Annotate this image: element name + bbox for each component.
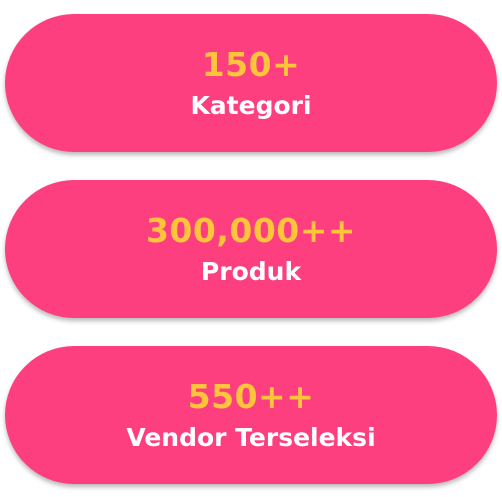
stat-value: 550++ [187, 377, 315, 416]
stat-label: Kategori [190, 91, 312, 120]
stat-value: 300,000++ [145, 211, 357, 250]
stats-section: 150+ Kategori 300,000++ Produk 550++ Ven… [0, 0, 502, 497]
stat-value: 150+ [201, 45, 301, 84]
stat-label: Produk [200, 257, 302, 286]
stat-card-products: 300,000++ Produk [5, 180, 497, 318]
stat-card-categories: 150+ Kategori [5, 14, 497, 152]
stat-label: Vendor Terseleksi [126, 423, 376, 452]
stat-card-vendors: 550++ Vendor Terseleksi [5, 346, 497, 484]
